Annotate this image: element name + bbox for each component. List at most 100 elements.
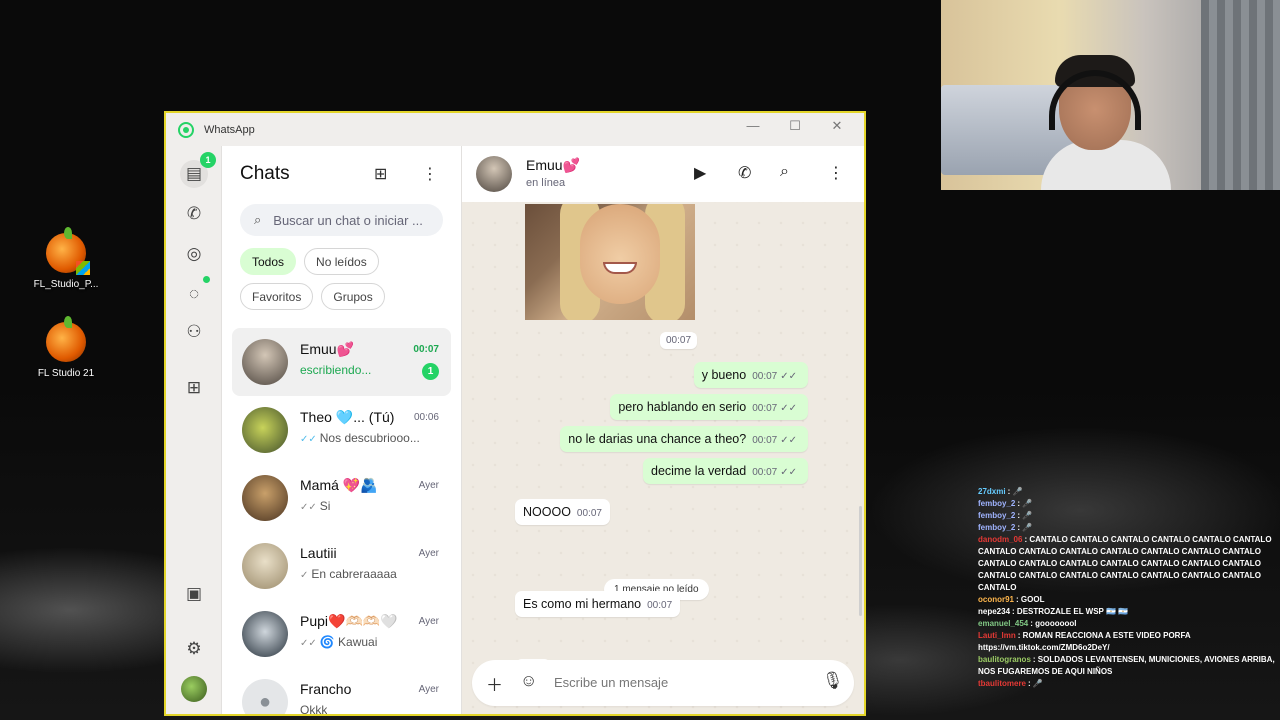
attach-plus-icon[interactable]: ＋ bbox=[486, 671, 503, 696]
delivered-ticks-icon: ✓✓ bbox=[780, 403, 797, 414]
desktop-icon-fl-studio-21[interactable]: FL Studio 21 bbox=[21, 316, 111, 379]
chat-time: 00:07 bbox=[413, 344, 439, 355]
filter-todos[interactable]: Todos bbox=[240, 248, 297, 275]
filter-no-leidos[interactable]: No leídos bbox=[304, 248, 379, 275]
minimize-button[interactable]: — bbox=[732, 113, 774, 141]
message-input[interactable]: Escribe un mensaje bbox=[554, 675, 668, 690]
delivered-ticks-icon: ✓✓ bbox=[780, 371, 797, 382]
search-icon[interactable]: ⌕ bbox=[780, 163, 789, 181]
chat-preview: Si bbox=[319, 499, 331, 513]
message-bubble-in[interactable]: NOOOO 00:07 bbox=[515, 499, 610, 525]
sticker-emoji-icon[interactable]: ☺ bbox=[520, 671, 537, 691]
maximize-button[interactable]: ☐ bbox=[774, 113, 816, 141]
received-photo[interactable] bbox=[525, 204, 695, 320]
message-bubble-out[interactable]: no le darias una chance a theo? 00:07 ✓✓ bbox=[560, 426, 808, 452]
menu-dots-icon[interactable]: ⋮ bbox=[422, 164, 438, 184]
chat-item-lautiii[interactable]: Lautiii Ayer ✓ En cabreraaaaa bbox=[232, 532, 451, 600]
message-time: 00:07 bbox=[752, 371, 778, 382]
chat-item-theo[interactable]: Theo 🩵... (Tú) 00:06 ✓✓ Nos descubriooo..… bbox=[232, 396, 451, 464]
message-time: 00:07 bbox=[576, 508, 602, 519]
archived-icon[interactable]: ⊞ bbox=[180, 374, 208, 402]
stream-chat-text: : CANTALO CANTALO CANTALO CANTALO CANTAL… bbox=[978, 535, 1272, 592]
chat-preview-row: ✓ En cabreraaaaa bbox=[300, 567, 397, 581]
stream-chat-text: : 🎤 bbox=[1017, 523, 1033, 532]
avatar bbox=[242, 543, 288, 589]
settings-gear-icon[interactable]: ⚙ bbox=[180, 635, 208, 663]
chat-name: Theo 🩵... (Tú) bbox=[300, 409, 395, 425]
message-text: Es como mi hermano bbox=[523, 597, 642, 611]
microphone-icon[interactable]: 🎙 bbox=[822, 671, 844, 691]
message-time: 00:07 bbox=[752, 467, 778, 478]
chat-name: Lautiii bbox=[300, 545, 337, 561]
stream-chat-username: danodm_06 bbox=[978, 535, 1023, 544]
fl-studio-icon bbox=[46, 316, 86, 362]
unread-count-badge: 1 bbox=[422, 363, 439, 380]
close-button[interactable]: ✕ bbox=[816, 113, 858, 141]
message-text: NOOOO bbox=[523, 505, 571, 519]
message-text: no le darias una chance a theo? bbox=[568, 432, 747, 446]
filter-favoritos[interactable]: Favoritos bbox=[240, 283, 314, 310]
chat-preview-row: ✓✓ 🌀 Kawuai bbox=[300, 635, 377, 649]
message-text: y bueno bbox=[701, 368, 747, 382]
message-bubble-out[interactable]: pero hablando en serio 00:07 ✓✓ bbox=[610, 394, 808, 420]
profile-avatar[interactable] bbox=[181, 676, 207, 702]
filter-grupos[interactable]: Grupos bbox=[321, 283, 385, 310]
chat-time: Ayer bbox=[418, 548, 439, 559]
chat-preview-row: ✓✓ Si bbox=[300, 499, 330, 513]
message-composer[interactable]: ＋ ☺ Escribe un mensaje 🎙 bbox=[472, 660, 854, 706]
whatsapp-window: WhatsApp — ☐ ✕ ▤ 1 ✆ ◎ ◌ ⚇ ⊞ ▣ ⚙ Chats ⊞… bbox=[164, 111, 866, 716]
stream-chat-text: : DESTROZALE EL WSP 🇦🇷 🇦🇷 bbox=[1012, 607, 1129, 616]
stream-chat-message: baulitogranos: SOLDADOS LEVANTENSEN, MUN… bbox=[978, 654, 1280, 678]
chat-item-francho[interactable]: ● Francho Ayer Okkk bbox=[232, 668, 451, 714]
stream-chat-username: baulitogranos bbox=[978, 655, 1031, 664]
delivered-ticks-icon: ✓✓ bbox=[300, 638, 317, 649]
chat-name: Mamá 💖🫂 bbox=[300, 477, 378, 493]
media-gallery-icon[interactable]: ▣ bbox=[180, 580, 208, 608]
chats-title: Chats bbox=[240, 163, 290, 184]
desktop-icon-label: FL_Studio_P... bbox=[33, 279, 99, 290]
avatar bbox=[242, 339, 288, 385]
voice-call-icon[interactable]: ✆ bbox=[738, 163, 751, 183]
chat-time: Ayer bbox=[418, 616, 439, 627]
stream-chat-message: femboy_2: 🎤 bbox=[978, 498, 1280, 510]
message-text: decime la verdad bbox=[651, 464, 747, 478]
scrollbar[interactable] bbox=[859, 506, 862, 616]
menu-dots-icon[interactable]: ⋮ bbox=[828, 163, 844, 183]
video-call-icon[interactable]: ▶ bbox=[694, 163, 706, 183]
webcam-feed bbox=[941, 0, 1280, 190]
message-bubble-out[interactable]: decime la verdad 00:07 ✓✓ bbox=[643, 458, 808, 484]
chat-time: 00:06 bbox=[413, 412, 439, 423]
stream-chat-message: emanuel_454: goooooool bbox=[978, 618, 1280, 630]
message-bubble-out[interactable]: y bueno 00:07 ✓✓ bbox=[693, 362, 808, 388]
stream-chat-username: emanuel_454 bbox=[978, 619, 1029, 628]
search-input[interactable]: ⌕ Buscar un chat o iniciar ... bbox=[240, 204, 443, 236]
conversation-header[interactable]: Emuu💕 en línea ▶ ✆ ⌕ ⋮ bbox=[462, 146, 864, 202]
read-ticks-icon: ✓✓ bbox=[300, 434, 317, 445]
chat-preview-row: ✓✓ Nos descubriooo... bbox=[300, 431, 420, 445]
chat-item-emuu[interactable]: Emuu💕 00:07 escribiendo... 1 bbox=[232, 328, 451, 396]
status-icon[interactable]: ◎ bbox=[180, 240, 208, 268]
contact-status: en línea bbox=[526, 177, 566, 189]
contact-name: Emuu💕 bbox=[526, 157, 581, 173]
calls-icon[interactable]: ✆ bbox=[180, 200, 208, 228]
desktop-icon-fl-studio-portable[interactable]: FL_Studio_P... bbox=[21, 227, 111, 290]
new-chat-icon[interactable]: ⊞ bbox=[374, 164, 387, 184]
channels-icon[interactable]: ◌ bbox=[180, 280, 208, 308]
search-placeholder: Buscar un chat o iniciar ... bbox=[273, 212, 423, 228]
message-bubble-in[interactable]: Es como mi hermano 00:07 bbox=[515, 591, 681, 617]
stream-chat-text: : GOOL bbox=[1016, 595, 1045, 604]
message-time: 00:07 bbox=[752, 403, 778, 414]
stream-chat-message: oconor91: GOOL bbox=[978, 594, 1280, 606]
channels-new-dot bbox=[203, 276, 210, 283]
contact-avatar[interactable] bbox=[476, 156, 512, 192]
stream-chat-message: femboy_2: 🎤 bbox=[978, 522, 1280, 534]
chat-preview: Nos descubriooo... bbox=[319, 431, 420, 445]
stream-chat-username: oconor91 bbox=[978, 595, 1015, 604]
stream-chat-username: Lauti_lmn bbox=[978, 631, 1016, 640]
chat-item-mama[interactable]: Mamá 💖🫂 Ayer ✓✓ Si bbox=[232, 464, 451, 532]
chat-item-pupi[interactable]: Pupi❤️🫶🏻🫶🏻🤍 Ayer ✓✓ 🌀 Kawuai bbox=[232, 600, 451, 668]
title-bar: WhatsApp — ☐ ✕ bbox=[166, 113, 864, 146]
fl-studio-icon bbox=[46, 227, 90, 275]
photo-time: 00:07 bbox=[660, 332, 698, 349]
communities-icon[interactable]: ⚇ bbox=[180, 318, 208, 346]
